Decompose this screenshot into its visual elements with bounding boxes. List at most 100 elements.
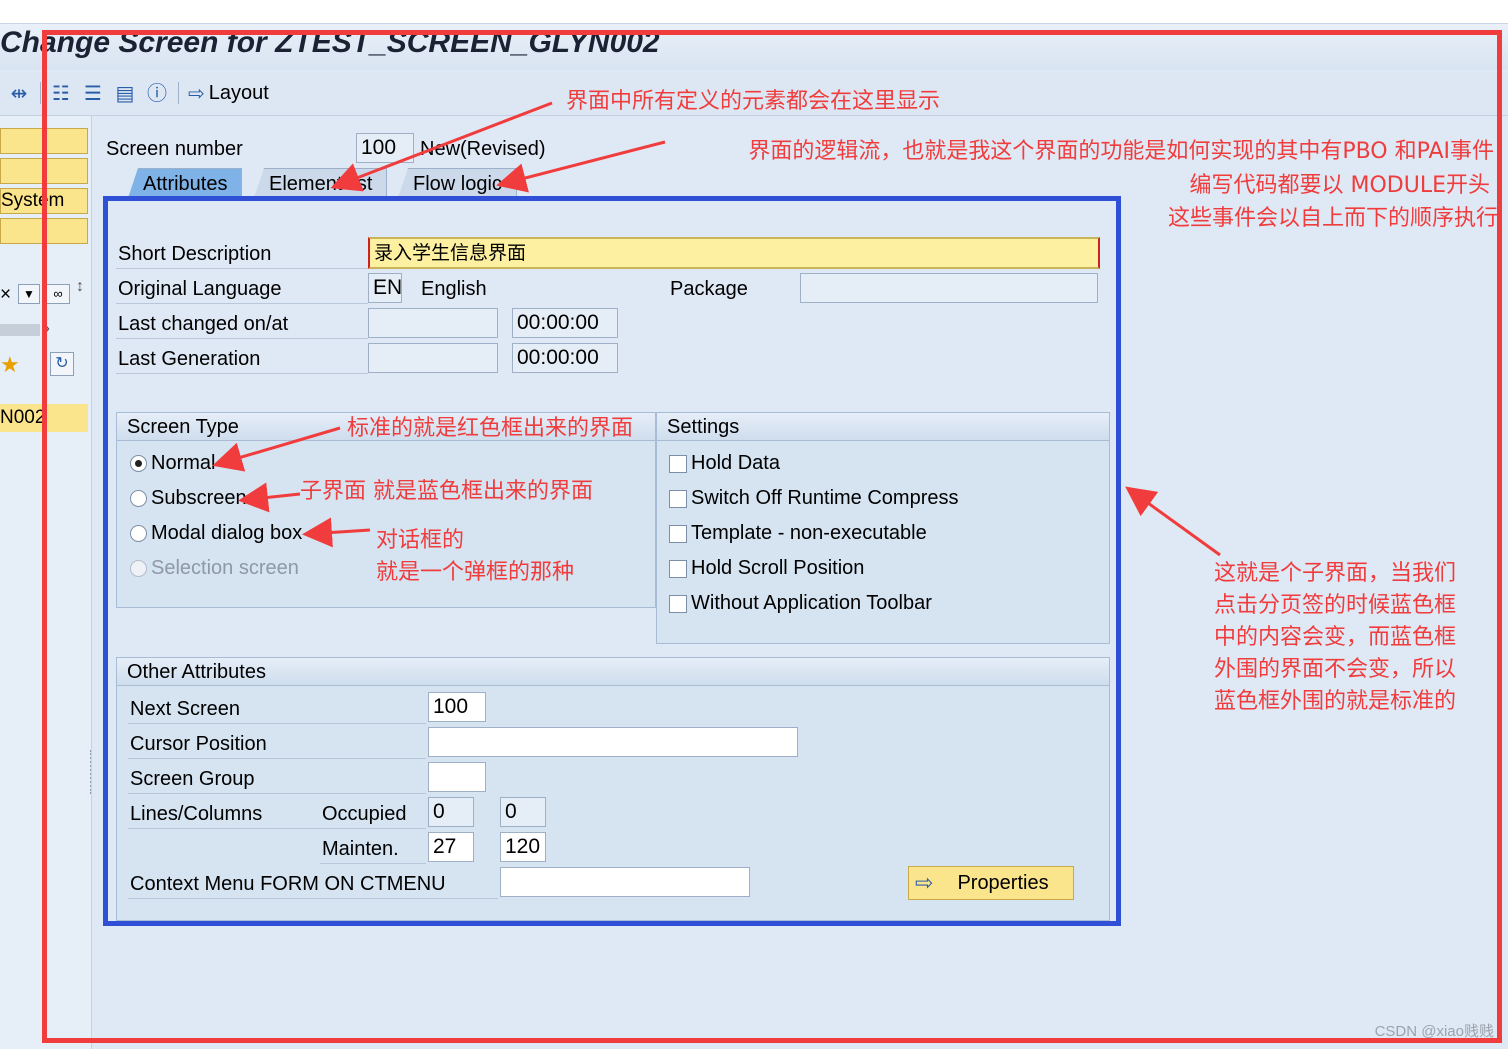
screen-status: New(Revised): [420, 138, 546, 160]
annotation-side-1: 这就是个子界面，当我们: [1214, 561, 1457, 586]
annotation-subscreen: 子界面 就是蓝色框出来的界面: [300, 479, 593, 504]
nav-dropdown-row: × ▼ ∞ ↕: [0, 278, 88, 308]
nav-icon-row: ★ ↻: [0, 352, 88, 378]
list-icon[interactable]: ▤: [112, 80, 138, 106]
last-generation-label: Last Generation: [118, 348, 261, 370]
tab-element-list-label: Element list: [269, 173, 373, 195]
tab-flow-logic[interactable]: Flow logic: [398, 168, 517, 198]
checkbox-box[interactable]: [669, 489, 687, 508]
radio-normal[interactable]: Normal: [130, 452, 215, 475]
glasses-icon[interactable]: ∞: [46, 284, 70, 304]
splitter-handle[interactable]: [90, 750, 91, 794]
field-underline: [128, 723, 426, 724]
checkbox-switch-off-runtime-compress[interactable]: Switch Off Runtime Compress: [669, 487, 959, 510]
next-screen-label: Next Screen: [130, 698, 241, 720]
left-navigation: System × ▼ ∞ ↕ › ★ ↻ N002: [0, 116, 92, 1049]
nav-button-1[interactable]: [0, 128, 88, 154]
mainten-lines-field[interactable]: 27: [428, 832, 474, 862]
last-changed-time-field[interactable]: 00:00:00: [512, 308, 618, 338]
info-icon[interactable]: ⓘ: [144, 80, 170, 106]
annotation-flow-logic-1: 界面的逻辑流，也就是我这个界面的功能是如何实现的其中有PBO 和PAI事件: [748, 139, 1494, 164]
context-menu-field[interactable]: [500, 867, 750, 897]
other-object-icon[interactable]: ⇹: [6, 80, 32, 106]
nav-system-label: System: [1, 190, 65, 211]
properties-button-label: Properties: [957, 871, 1049, 894]
annotation-side-4: 外围的界面不会变，所以: [1214, 657, 1457, 682]
tab-element-list[interactable]: Element list: [254, 168, 388, 198]
field-underline: [128, 828, 426, 829]
checkbox-box[interactable]: [669, 524, 687, 543]
radio-circle[interactable]: [130, 525, 147, 542]
language-name: English: [421, 278, 487, 300]
hierarchy-icon[interactable]: ☷: [48, 80, 74, 106]
stack-icon[interactable]: ☰: [80, 80, 106, 106]
lines-columns-label: Lines/Columns: [130, 803, 263, 825]
context-menu-label: Context Menu FORM ON CTMENU: [130, 873, 446, 895]
cursor-position-field[interactable]: [428, 727, 798, 757]
horizontal-scrollbar[interactable]: [0, 324, 40, 336]
star-icon[interactable]: ★: [0, 352, 20, 378]
nav-button-system[interactable]: System: [0, 188, 88, 214]
checkbox-box[interactable]: [669, 559, 687, 578]
other-attributes-title: Other Attributes: [117, 658, 1109, 686]
layout-button[interactable]: ⇨ Layout: [188, 80, 269, 106]
radio-circle[interactable]: [130, 455, 147, 472]
chevron-down-icon[interactable]: ▼: [18, 284, 40, 304]
screen-group-field[interactable]: [428, 762, 486, 792]
radio-circle: [130, 560, 147, 577]
checkbox-without-app-toolbar[interactable]: Without Application Toolbar: [669, 592, 932, 615]
window-title: Change Screen for ZTEST_SCREEN_GLYN002: [0, 26, 660, 59]
checkbox-without-toolbar-label: Without Application Toolbar: [691, 592, 932, 614]
radio-subscreen[interactable]: Subscreen: [130, 487, 247, 510]
radio-selection-screen: Selection screen: [130, 557, 299, 580]
next-screen-field[interactable]: 100: [428, 692, 486, 722]
mainten-columns-field[interactable]: 120: [500, 832, 546, 862]
checkbox-box[interactable]: [669, 454, 687, 473]
field-underline: [116, 338, 368, 339]
properties-button[interactable]: ⇨ Properties: [908, 866, 1074, 900]
tab-flow-logic-label: Flow logic: [413, 173, 502, 195]
title-bar: Change Screen for ZTEST_SCREEN_GLYN002: [0, 24, 1508, 70]
arrow-right-icon: ⇨: [915, 870, 934, 895]
window-top-strip: [0, 0, 1508, 24]
screen-number-field[interactable]: 100: [356, 133, 414, 163]
language-code-field[interactable]: EN: [368, 273, 402, 303]
checkbox-hold-data[interactable]: Hold Data: [669, 452, 780, 475]
toolbar-separator: [40, 82, 41, 104]
last-changed-date-field[interactable]: [368, 308, 498, 338]
short-description-field[interactable]: 录入学生信息界面: [368, 237, 1100, 269]
annotation-flow-logic-3: 这些事件会以自上而下的顺序执行: [1167, 206, 1498, 231]
radio-modal-dialog[interactable]: Modal dialog box: [130, 522, 302, 545]
field-underline: [128, 898, 498, 899]
checkbox-box[interactable]: [669, 594, 687, 613]
package-label: Package: [670, 278, 748, 300]
last-generation-date-field[interactable]: [368, 343, 498, 373]
nav-button-2[interactable]: [0, 158, 88, 184]
package-field[interactable]: [800, 273, 1098, 303]
short-description-label: Short Description: [118, 243, 272, 265]
chevron-right-icon[interactable]: ›: [44, 318, 50, 339]
occupied-columns-field[interactable]: 0: [500, 797, 546, 827]
annotation-normal: 标准的就是红色框出来的界面: [347, 416, 634, 441]
radio-circle[interactable]: [130, 490, 147, 507]
nav-item-label: N002: [0, 407, 46, 428]
refresh-icon[interactable]: ↻: [50, 352, 74, 376]
arrow-right-icon: ⇨: [188, 82, 205, 105]
checkbox-hold-data-label: Hold Data: [691, 452, 780, 474]
scroll-arrows-icon[interactable]: ↕: [76, 278, 84, 296]
field-underline: [320, 863, 426, 864]
last-generation-time-field[interactable]: 00:00:00: [512, 343, 618, 373]
checkbox-runtime-compress-label: Switch Off Runtime Compress: [691, 487, 959, 509]
layout-button-label: Layout: [208, 81, 269, 104]
annotation-modal-1: 对话框的: [376, 528, 465, 553]
radio-subscreen-label: Subscreen: [151, 487, 247, 509]
occupied-lines-field[interactable]: 0: [428, 797, 474, 827]
nav-button-4[interactable]: [0, 218, 88, 244]
occupied-label: Occupied: [322, 803, 407, 825]
checkbox-hold-scroll-position[interactable]: Hold Scroll Position: [669, 557, 864, 580]
tab-attributes[interactable]: Attributes: [128, 168, 243, 198]
screen-number-label: Screen number: [106, 138, 243, 160]
close-icon[interactable]: ×: [0, 284, 11, 306]
checkbox-template[interactable]: Template - non-executable: [669, 522, 927, 545]
nav-selected-item[interactable]: N002: [0, 404, 88, 432]
